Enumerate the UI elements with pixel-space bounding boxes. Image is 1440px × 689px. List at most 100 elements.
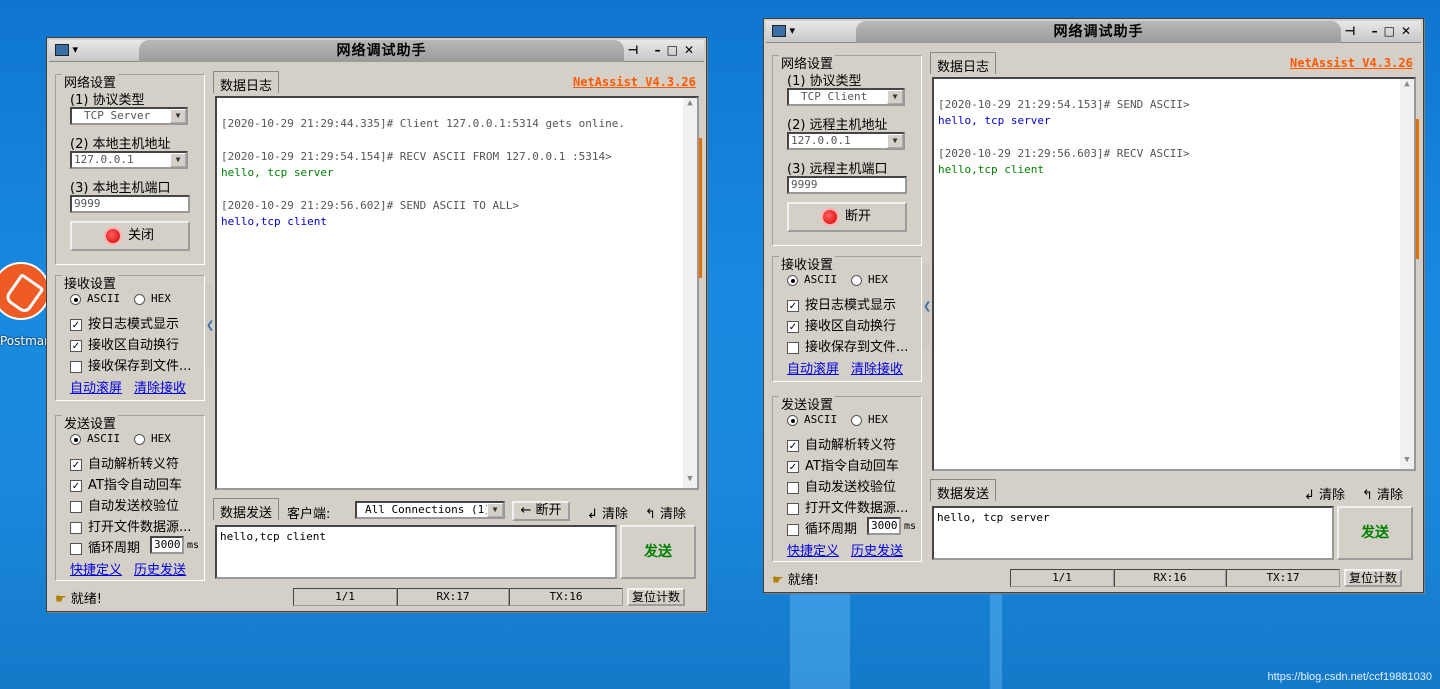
recv-ascii-radio[interactable]: ASCII — [787, 273, 837, 286]
tab-data-log[interactable]: 数据日志 — [213, 71, 280, 94]
address-select[interactable]: 127.0.0.1 ▼ — [70, 151, 188, 169]
send-textarea[interactable]: hello, tcp server — [932, 506, 1334, 560]
log-line: [2020-10-29 21:29:56.602]# SEND ASCII TO… — [221, 199, 520, 212]
at-auto-enter-checkbox[interactable]: ✓ AT指令自动回车 — [70, 474, 182, 493]
history-send-link[interactable]: 历史发送 — [851, 540, 903, 559]
close-icon: ✕ — [1400, 24, 1417, 38]
recv-hex-radio[interactable]: HEX — [851, 273, 888, 286]
arrow-icon: ↲ — [587, 507, 598, 522]
shortcut-define-link[interactable]: 快捷定义 — [787, 540, 839, 559]
log-line: [2020-10-29 21:29:44.335]# Client 127.0.… — [221, 117, 625, 130]
desktop-light-streak — [790, 590, 850, 689]
tab-data-send[interactable]: 数据发送 — [213, 498, 280, 521]
window-controls[interactable]: ⊣ –□✕ — [627, 43, 700, 57]
recv-hex-radio[interactable]: HEX — [134, 292, 171, 305]
port-input[interactable]: 9999 — [70, 195, 190, 213]
auto-scroll-link[interactable]: 自动滚屏 — [787, 358, 839, 377]
protocol-select[interactable]: TCP Client ▼ — [787, 88, 905, 106]
log-scrollbar[interactable]: ▲ ▼ — [683, 98, 697, 488]
history-send-link[interactable]: 历史发送 — [134, 559, 186, 578]
tab-data-send[interactable]: 数据发送 — [930, 479, 997, 502]
chevron-down-icon: ▼ — [170, 153, 186, 167]
clear-send-button[interactable]: ↲ 清除 — [1304, 484, 1345, 503]
loop-period-checkbox[interactable]: 循环周期 — [787, 518, 857, 537]
receive-settings-group: 接收设置 ASCII HEX ✓ 按日志模式显示 ✓ 接收区自动换行 接收保存到文件… — [772, 254, 922, 382]
at-auto-enter-checkbox[interactable]: ✓ AT指令自动回车 — [787, 455, 899, 474]
panel-splitter[interactable]: ❮ — [205, 283, 214, 368]
auto-scroll-link[interactable]: 自动滚屏 — [70, 377, 122, 396]
checksum-checkbox[interactable]: 自动发送校验位 — [70, 495, 179, 514]
arrow-icon: ↰ — [645, 507, 656, 522]
desktop-light-streak — [990, 590, 1002, 689]
recv-ascii-radio[interactable]: ASCII — [70, 292, 120, 305]
auto-wrap-checkbox[interactable]: ✓ 接收区自动换行 — [787, 315, 896, 334]
send-button[interactable]: 发送 — [1337, 506, 1413, 560]
version-link[interactable]: NetAssist V4.3.26 — [573, 75, 696, 89]
reset-count-button[interactable]: 复位计数 — [627, 588, 685, 606]
file-source-checkbox[interactable]: 打开文件数据源... — [70, 516, 191, 535]
network-settings-group: 网络设置 (1) 协议类型 TCP Client ▼ (2) 远程主机地址 127… — [772, 53, 922, 246]
send-hex-radio[interactable]: HEX — [134, 432, 171, 445]
port-input[interactable]: 9999 — [787, 176, 907, 194]
send-hex-radio[interactable]: HEX — [851, 413, 888, 426]
escape-parse-checkbox[interactable]: ✓ 自动解析转义符 — [787, 434, 896, 453]
window-controls[interactable]: ⊣ –□✕ — [1344, 24, 1417, 38]
send-ascii-radio[interactable]: ASCII — [787, 413, 837, 426]
tab-data-log[interactable]: 数据日志 — [930, 52, 997, 75]
period-input[interactable]: 3000 — [867, 517, 901, 535]
reset-count-button[interactable]: 复位计数 — [1344, 569, 1402, 587]
escape-parse-checkbox[interactable]: ✓ 自动解析转义符 — [70, 453, 179, 472]
clear-send-button[interactable]: ↲ 清除 — [587, 503, 628, 522]
disconnect-button[interactable]: ← 断开 — [512, 501, 570, 521]
pin-icon: ⊣ — [1344, 24, 1362, 38]
desktop-icon-label: Postman — [0, 334, 52, 348]
period-unit: ms — [904, 521, 917, 532]
send-textarea[interactable]: hello,tcp client — [215, 525, 617, 579]
chevron-down-icon: ▼ — [887, 90, 903, 104]
port-label: (3) 本地主机端口 — [70, 181, 171, 196]
checksum-checkbox[interactable]: 自动发送校验位 — [787, 476, 896, 495]
status-icon: ☛ — [772, 573, 784, 588]
panel-splitter[interactable]: ❮ — [922, 264, 931, 349]
save-to-file-checkbox[interactable]: 接收保存到文件... — [787, 336, 908, 355]
client-select[interactable]: All Connections (1) ▼ — [355, 501, 505, 519]
period-input[interactable]: 3000 — [150, 536, 184, 554]
client-window: ▾ 网络调试助手 ⊣ –□✕ 网络设置 (1) 协议类型 TCP Client ▼… — [763, 18, 1424, 593]
clear-receive-link[interactable]: 清除接收 — [851, 358, 903, 377]
send-ascii-radio[interactable]: ASCII — [70, 432, 120, 445]
file-source-checkbox[interactable]: 打开文件数据源... — [787, 497, 908, 516]
address-select[interactable]: 127.0.0.1 ▼ — [787, 132, 905, 150]
save-to-file-checkbox[interactable]: 接收保存到文件... — [70, 355, 191, 374]
log-mode-checkbox[interactable]: ✓ 按日志模式显示 — [787, 294, 896, 313]
version-link[interactable]: NetAssist V4.3.26 — [1290, 56, 1413, 70]
clear-receive-link[interactable]: 清除接收 — [134, 377, 186, 396]
receive-log[interactable]: [2020-10-29 21:29:54.153]# SEND ASCII> he… — [932, 77, 1416, 471]
shortcut-define-link[interactable]: 快捷定义 — [70, 559, 122, 578]
tx-counter: TX:16 — [509, 588, 623, 606]
log-line: [2020-10-29 21:29:54.153]# SEND ASCII> — [938, 98, 1190, 111]
status-bar: ☛ 就绪! 1/1 RX:17 TX:16 复位计数 — [55, 588, 700, 607]
desktop-icon-postman[interactable]: Postman — [0, 262, 52, 352]
tx-counter: TX:17 — [1226, 569, 1340, 587]
log-scrollbar[interactable]: ▲ ▼ — [1400, 79, 1414, 469]
close-connection-button[interactable]: 关闭 — [70, 221, 190, 251]
receive-settings-group: 接收设置 ASCII HEX ✓ 按日志模式显示 ✓ 接收区自动换行 接收保存到文件… — [55, 273, 205, 401]
loop-period-checkbox[interactable]: 循环周期 — [70, 537, 140, 556]
address-label: (2) 远程主机地址 — [787, 118, 888, 133]
disconnect-button[interactable]: 断开 — [787, 202, 907, 232]
group-title: 发送设置 — [779, 394, 836, 413]
receive-log[interactable]: [2020-10-29 21:29:44.335]# Client 127.0.… — [215, 96, 699, 490]
protocol-select[interactable]: TCP Server ▼ — [70, 107, 188, 125]
network-settings-group: 网络设置 (1) 协议类型 TCP Server ▼ (2) 本地主机地址 127… — [55, 72, 205, 265]
log-line: hello,tcp client — [938, 163, 1044, 176]
clear-log-button[interactable]: ↰ 清除 — [1362, 484, 1403, 503]
arrow-icon: ↰ — [1362, 488, 1373, 503]
port-label: (3) 远程主机端口 — [787, 162, 888, 177]
clear-log-button[interactable]: ↰ 清除 — [645, 503, 686, 522]
send-button[interactable]: 发送 — [620, 525, 696, 579]
log-mode-checkbox[interactable]: ✓ 按日志模式显示 — [70, 313, 179, 332]
system-menu-icon[interactable]: ▾ — [55, 43, 85, 59]
auto-wrap-checkbox[interactable]: ✓ 接收区自动换行 — [70, 334, 179, 353]
watermark: https://blog.csdn.net/ccf19881030 — [1267, 671, 1432, 683]
system-menu-icon[interactable]: ▾ — [772, 24, 802, 40]
